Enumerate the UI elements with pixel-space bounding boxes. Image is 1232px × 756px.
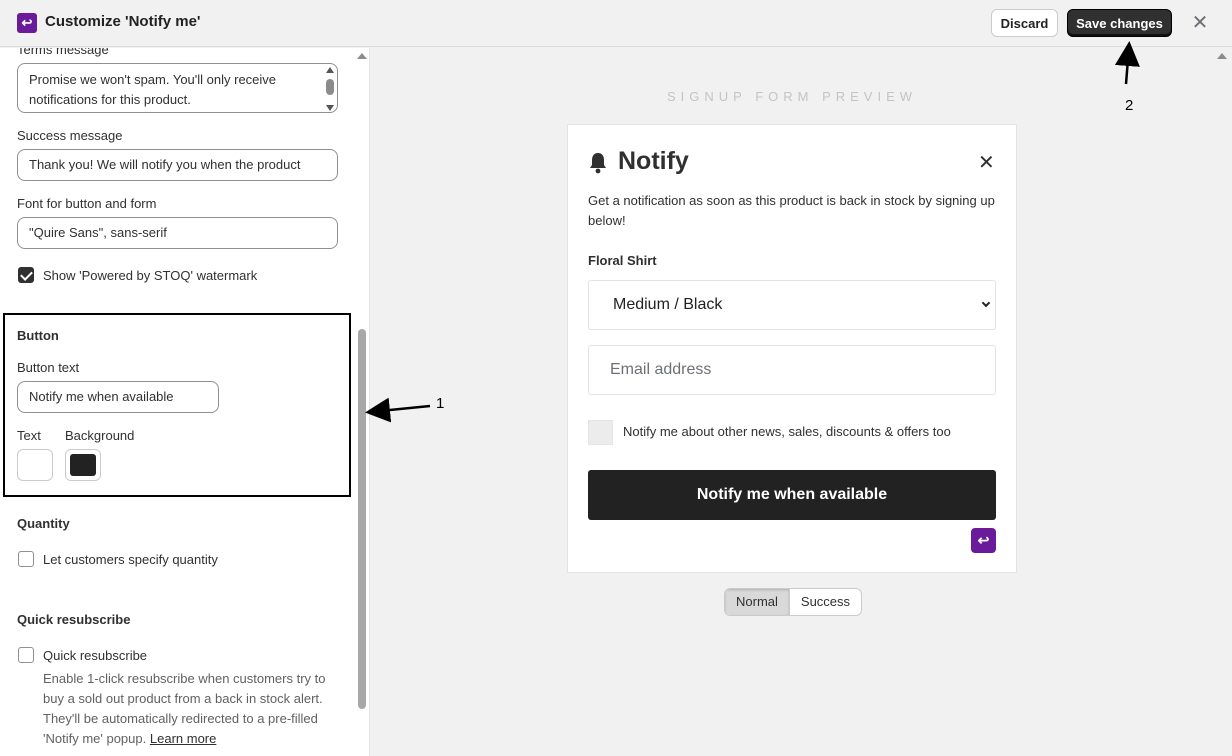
button-text-label: Button text	[17, 360, 80, 375]
card-title: Notify	[618, 147, 689, 175]
email-input[interactable]: Email address	[588, 345, 996, 395]
terms-message-value: Promise we won't spam. You'll only recei…	[29, 72, 277, 107]
card-close-icon[interactable]: ✕	[978, 153, 995, 173]
preview-scroll-up-icon[interactable]	[1217, 53, 1227, 59]
page-title: Customize 'Notify me'	[45, 13, 201, 30]
watermark-checkbox[interactable]	[18, 267, 34, 283]
button-section-title: Button	[17, 328, 59, 343]
top-bar: ↩ Customize 'Notify me' Discard Save cha…	[0, 0, 1232, 47]
terms-message-label: Terms message	[17, 48, 109, 57]
mode-normal-button[interactable]: Normal	[725, 589, 789, 615]
learn-more-link[interactable]: Learn more	[150, 731, 216, 746]
close-icon[interactable]: ✕	[1190, 12, 1210, 34]
resubscribe-checkbox[interactable]	[18, 647, 34, 663]
panel-scroll-up-icon[interactable]	[357, 53, 367, 59]
annotation-arrow-1	[365, 397, 431, 423]
text-color-fill	[22, 454, 48, 476]
signup-form-card: Notify ✕ Get a notification as soon as t…	[567, 124, 1017, 573]
annotation-label-2: 2	[1125, 97, 1134, 114]
preview-heading: SIGNUP FORM PREVIEW	[666, 89, 918, 104]
preview-mode-toggle: Normal Success	[724, 588, 863, 616]
settings-panel: Terms message Promise we won't spam. You…	[0, 48, 370, 756]
success-message-input[interactable]: Thank you! We will notify you when the p…	[17, 149, 338, 181]
quantity-section-title: Quantity	[17, 516, 70, 531]
scroll-down-icon[interactable]	[326, 105, 334, 111]
background-color-swatch[interactable]	[65, 449, 101, 481]
product-name: Floral Shirt	[588, 253, 657, 268]
font-label: Font for button and form	[17, 196, 157, 211]
text-color-label: Text	[17, 428, 41, 443]
variant-value: Medium / Black	[613, 296, 723, 313]
annotation-label-1: 1	[436, 395, 445, 412]
text-color-swatch[interactable]	[17, 449, 53, 481]
textarea-scrollbar[interactable]	[325, 67, 335, 111]
app-logo-icon: ↩	[17, 13, 37, 33]
card-description: Get a notification as soon as this produ…	[588, 193, 995, 228]
font-input[interactable]: "Quire Sans", sans-serif	[17, 217, 338, 249]
background-color-fill	[70, 454, 96, 476]
resubscribe-help-text: Enable 1-click resubscribe when customer…	[43, 669, 339, 749]
scroll-up-icon[interactable]	[326, 67, 334, 73]
discard-button[interactable]: Discard	[991, 9, 1058, 37]
quantity-checkbox-label: Let customers specify quantity	[43, 552, 218, 567]
resubscribe-checkbox-label: Quick resubscribe	[43, 648, 148, 663]
scrollbar-thumb[interactable]	[326, 79, 334, 95]
terms-message-textarea[interactable]: Promise we won't spam. You'll only recei…	[17, 63, 338, 113]
quantity-checkbox[interactable]	[18, 551, 34, 567]
notify-me-button[interactable]: Notify me when available	[588, 470, 996, 520]
stoq-logo-icon[interactable]: ↩	[971, 528, 996, 553]
chevron-down-icon	[981, 298, 991, 308]
resubscribe-section-title: Quick resubscribe	[17, 612, 131, 627]
optin-label: Notify me about other news, sales, disco…	[623, 424, 951, 439]
save-changes-button[interactable]: Save changes	[1067, 9, 1172, 37]
background-color-label: Background	[65, 428, 135, 443]
mode-success-button[interactable]: Success	[788, 589, 861, 615]
optin-checkbox[interactable]	[588, 420, 613, 445]
panel-scrollbar-thumb[interactable]	[358, 329, 366, 709]
annotation-arrow-2	[1114, 41, 1140, 85]
watermark-label: Show 'Powered by STOQ' watermark	[43, 268, 258, 283]
variant-select[interactable]: Medium / Black	[588, 280, 996, 330]
success-message-label: Success message	[17, 128, 123, 143]
button-text-input[interactable]: Notify me when available	[17, 381, 219, 413]
bell-icon	[590, 153, 606, 174]
